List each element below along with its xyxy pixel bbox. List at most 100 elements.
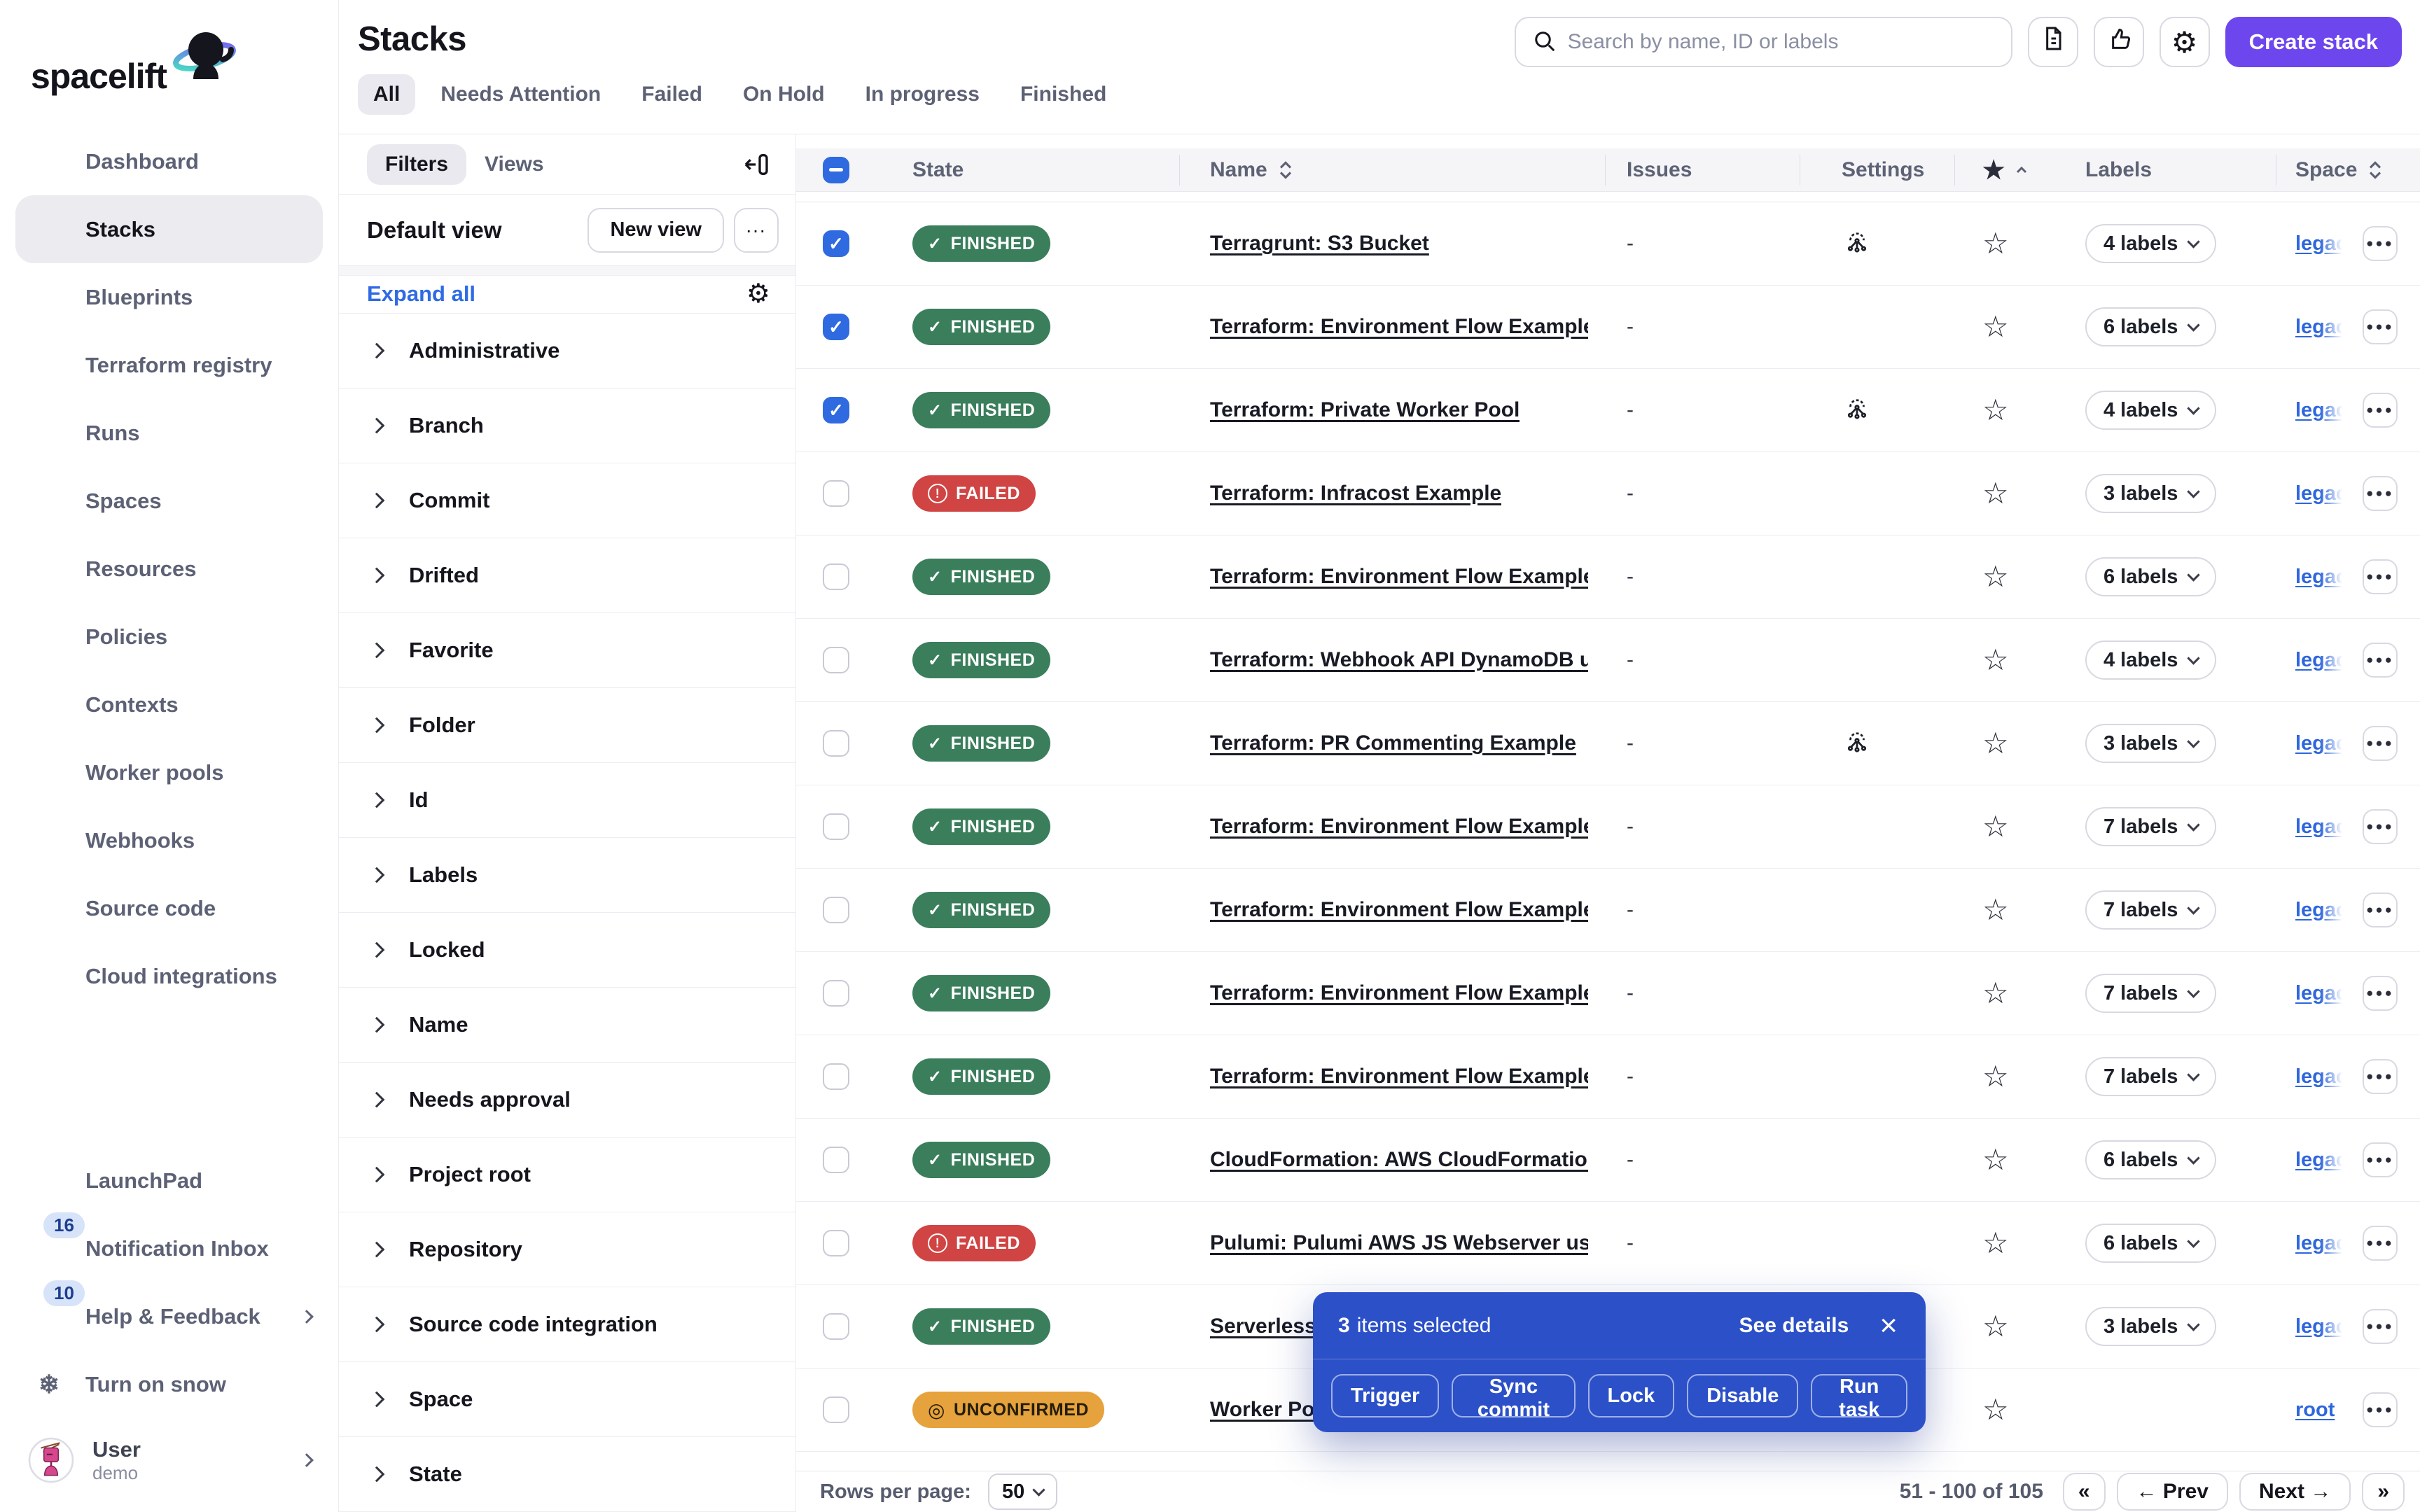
filter-category-state[interactable]: State [339, 1437, 795, 1512]
user-menu[interactable]: User demo [0, 1418, 338, 1502]
labels-dropdown[interactable]: 7 labels [2085, 890, 2216, 930]
sidebar-item-runs[interactable]: Runs [0, 399, 338, 467]
close-icon[interactable]: × [1879, 1310, 1898, 1341]
row-menu-button[interactable]: ●●● [2363, 976, 2398, 1011]
filter-category-name[interactable]: Name [339, 988, 795, 1063]
favorite-star-icon[interactable]: ☆ [1982, 1228, 2009, 1258]
stack-name-link[interactable]: Terragrunt: S3 Bucket [1210, 232, 1429, 255]
stack-name-link[interactable]: Terraform: Infracost Example [1210, 482, 1501, 505]
labels-dropdown[interactable]: 6 labels [2085, 1140, 2216, 1180]
row-checkbox[interactable] [823, 1230, 849, 1256]
space-link[interactable]: legacy [2295, 816, 2344, 839]
space-link[interactable]: legacy [2295, 732, 2344, 755]
feedback-button[interactable] [2094, 17, 2144, 67]
labels-dropdown[interactable]: 4 labels [2085, 640, 2216, 680]
next-page-button[interactable]: Next → [2239, 1473, 2351, 1511]
sidebar-item-webhooks[interactable]: Webhooks [0, 806, 338, 874]
collapse-panel-icon[interactable] [742, 150, 770, 178]
filter-category-branch[interactable]: Branch [339, 388, 795, 463]
row-menu-button[interactable]: ●●● [2363, 892, 2398, 927]
filter-category-id[interactable]: Id [339, 763, 795, 838]
labels-dropdown[interactable]: 4 labels [2085, 391, 2216, 430]
filter-category-source-code-integration[interactable]: Source code integration [339, 1287, 795, 1362]
stack-name-link[interactable]: Terraform: Private Worker Pool [1210, 398, 1520, 422]
filter-category-favorite[interactable]: Favorite [339, 613, 795, 688]
tab-in-progress[interactable]: In progress [850, 74, 995, 115]
filter-category-commit[interactable]: Commit [339, 463, 795, 538]
filter-category-drifted[interactable]: Drifted [339, 538, 795, 613]
sidebar-item-launchpad[interactable]: LaunchPad [0, 1147, 338, 1214]
prev-page-button[interactable]: ← Prev [2117, 1473, 2228, 1511]
row-checkbox[interactable] [823, 564, 849, 590]
sidebar-item-help-feedback[interactable]: 10 Help & Feedback [0, 1282, 338, 1350]
first-page-button[interactable]: « [2063, 1473, 2106, 1511]
space-link[interactable]: legacy [2295, 899, 2344, 922]
space-link[interactable]: legacy [2295, 232, 2344, 255]
stack-name-link[interactable]: Terraform: Webhook API DynamoDB us-eas..… [1210, 648, 1588, 672]
row-menu-button[interactable]: ●●● [2363, 226, 2398, 261]
row-menu-button[interactable]: ●●● [2363, 1392, 2398, 1427]
expand-all-link[interactable]: Expand all [367, 281, 475, 307]
view-more-button[interactable]: ... [734, 208, 779, 253]
last-page-button[interactable]: » [2362, 1473, 2405, 1511]
row-menu-button[interactable]: ●●● [2363, 476, 2398, 511]
row-menu-button[interactable]: ●●● [2363, 309, 2398, 344]
column-header-space[interactable]: Space [2276, 148, 2420, 191]
row-menu-button[interactable]: ●●● [2363, 643, 2398, 678]
row-checkbox[interactable]: ✓ [823, 230, 849, 257]
favorite-star-icon[interactable]: ☆ [1982, 729, 2009, 758]
row-menu-button[interactable]: ●●● [2363, 393, 2398, 428]
row-menu-button[interactable]: ●●● [2363, 559, 2398, 594]
labels-dropdown[interactable]: 7 labels [2085, 974, 2216, 1013]
favorite-star-icon[interactable]: ☆ [1982, 396, 2009, 425]
space-link[interactable]: legacy [2295, 316, 2344, 339]
favorite-star-icon[interactable]: ☆ [1982, 1062, 2009, 1091]
row-checkbox[interactable] [823, 897, 849, 923]
row-menu-button[interactable]: ●●● [2363, 1226, 2398, 1261]
labels-dropdown[interactable]: 3 labels [2085, 1307, 2216, 1346]
labels-dropdown[interactable]: 6 labels [2085, 1224, 2216, 1263]
stack-name-link[interactable]: Terraform: Environment Flow Example: Pro… [1210, 981, 1588, 1005]
sidebar-item-resources[interactable]: Resources [0, 535, 338, 603]
column-header-favorite[interactable]: ★ [1954, 148, 2031, 191]
labels-dropdown[interactable]: 6 labels [2085, 307, 2216, 346]
row-checkbox[interactable]: ✓ [823, 314, 849, 340]
space-link[interactable]: root [2295, 1399, 2335, 1422]
row-checkbox[interactable] [823, 647, 849, 673]
labels-dropdown[interactable]: 3 labels [2085, 474, 2216, 513]
row-checkbox[interactable] [823, 980, 849, 1007]
trigger-button[interactable]: Trigger [1331, 1374, 1439, 1418]
stack-name-link[interactable]: Terraform: Environment Flow Example: Dev… [1210, 565, 1588, 589]
sidebar-item-turn-on-snow[interactable]: ❄ Turn on snow [0, 1350, 338, 1418]
row-checkbox[interactable] [823, 1147, 849, 1173]
lock-button[interactable]: Lock [1588, 1374, 1675, 1418]
tab-all[interactable]: All [358, 74, 415, 115]
tab-filters[interactable]: Filters [367, 144, 466, 185]
stack-name-link[interactable]: Terraform: PR Commenting Example [1210, 732, 1576, 755]
space-link[interactable]: legacy [2295, 566, 2344, 589]
stack-name-link[interactable]: CloudFormation: AWS CloudFormation Exa..… [1210, 1148, 1588, 1172]
favorite-star-icon[interactable]: ☆ [1982, 645, 2009, 675]
filter-category-locked[interactable]: Locked [339, 913, 795, 988]
row-checkbox[interactable] [823, 813, 849, 840]
space-link[interactable]: legacy [2295, 649, 2344, 672]
filter-settings-gear-icon[interactable]: ⚙ [746, 281, 770, 307]
row-checkbox[interactable] [823, 480, 849, 507]
space-link[interactable]: legacy [2295, 1315, 2344, 1338]
settings-button[interactable]: ⚙ [2160, 17, 2210, 67]
create-stack-button[interactable]: Create stack [2225, 17, 2402, 67]
spacelift-logo[interactable]: spacelift [31, 27, 338, 97]
row-menu-button[interactable]: ●●● [2363, 726, 2398, 761]
select-all-checkbox[interactable] [823, 157, 849, 183]
stack-name-link[interactable]: Terraform: Environment Flow Example: Pro… [1210, 1065, 1588, 1088]
sidebar-item-dashboard[interactable]: Dashboard [0, 127, 338, 195]
search-input[interactable] [1568, 30, 1996, 54]
row-menu-button[interactable]: ●●● [2363, 1309, 2398, 1344]
sidebar-item-notification-inbox[interactable]: 16 Notification Inbox [0, 1214, 338, 1282]
row-menu-button[interactable]: ●●● [2363, 1059, 2398, 1094]
new-view-button[interactable]: New view [587, 208, 724, 253]
sidebar-item-source-code[interactable]: Source code [0, 874, 338, 942]
see-details-link[interactable]: See details [1739, 1314, 1849, 1338]
filter-category-space[interactable]: Space [339, 1362, 795, 1437]
disable-button[interactable]: Disable [1687, 1374, 1798, 1418]
